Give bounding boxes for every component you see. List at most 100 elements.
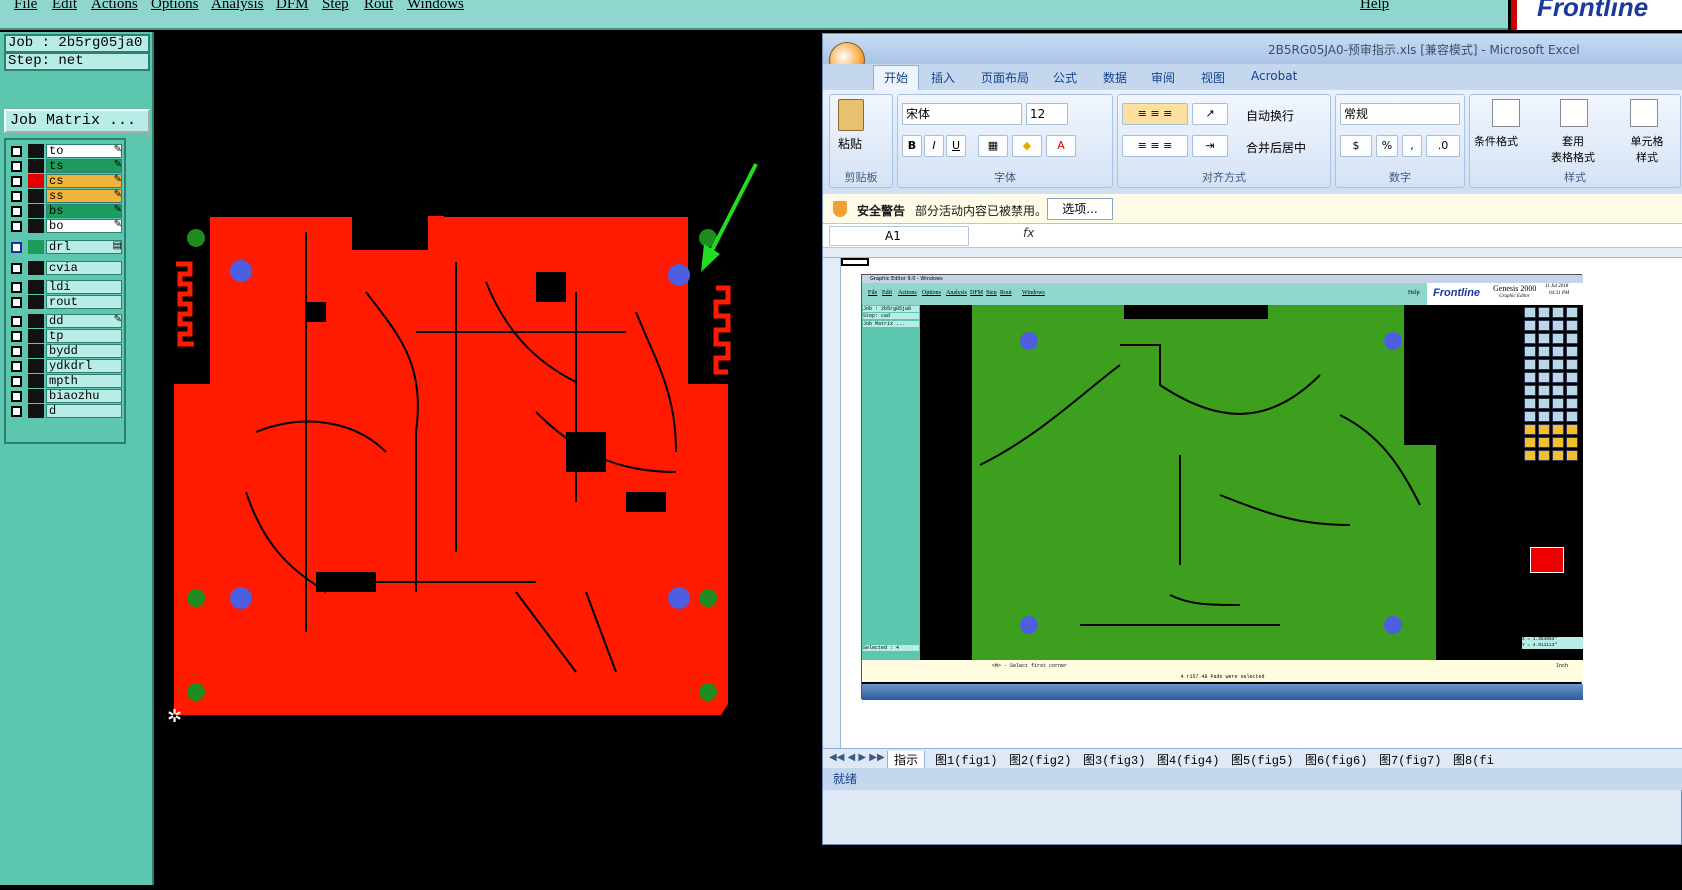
layer-row[interactable]: rout (8, 295, 124, 309)
name-box[interactable]: A1 (829, 226, 969, 246)
layer-checkbox[interactable] (11, 176, 22, 187)
layer-row[interactable]: dd ✎ (8, 314, 124, 328)
layer-name[interactable]: bydd (46, 344, 122, 358)
menu-rout[interactable]: Rout (364, 0, 393, 13)
layer-name[interactable]: rout (46, 295, 122, 309)
layer-checkbox[interactable] (11, 242, 22, 253)
sheet-tab-6[interactable]: 图6(fig6) (1305, 751, 1367, 768)
fill-color-icon[interactable]: ◆ (1012, 135, 1042, 157)
conditional-format-label[interactable]: 条件格式 (1474, 133, 1518, 149)
layer-row[interactable]: mpth (8, 374, 124, 388)
layer-name[interactable]: cvia (46, 261, 122, 275)
layer-color-swatch[interactable] (28, 359, 44, 373)
layer-color-swatch[interactable] (28, 344, 44, 358)
layer-checkbox[interactable] (11, 346, 22, 357)
menu-help[interactable]: Help (1360, 0, 1389, 13)
layer-name[interactable]: d (46, 404, 122, 418)
layer-color-swatch[interactable] (28, 240, 44, 254)
sheet-tab-2[interactable]: 图2(fig2) (1009, 751, 1071, 768)
tab-home[interactable]: 开始 (873, 65, 920, 90)
sheet-tab-0[interactable]: 指示 (887, 751, 926, 769)
font-name-select[interactable]: 宋体 (902, 103, 1022, 125)
layer-name[interactable]: dd (46, 314, 122, 328)
layer-name[interactable]: ts (46, 159, 122, 173)
layer-checkbox[interactable] (11, 263, 22, 274)
layer-color-swatch[interactable] (28, 389, 44, 403)
cell-style-label[interactable]: 单元格 样式 (1620, 133, 1674, 165)
border-icon[interactable]: ▦ (978, 135, 1008, 157)
worksheet-grid[interactable]: Graphic Editor 9.0 - Windows File Edit Act… (823, 248, 1682, 748)
layer-checkbox[interactable] (11, 361, 22, 372)
font-color-icon[interactable]: A (1046, 135, 1076, 157)
layer-row[interactable]: ldi (8, 280, 124, 294)
percent-icon[interactable]: % (1376, 135, 1398, 157)
menu-dfm[interactable]: DFM (276, 0, 309, 13)
job-matrix-button[interactable]: Job Matrix ... (4, 109, 150, 133)
number-format-select[interactable]: 常规 (1340, 103, 1460, 125)
layer-color-swatch[interactable] (28, 329, 44, 343)
wrap-text-button[interactable]: 自动换行 (1246, 107, 1294, 124)
tab-page-layout[interactable]: 页面布局 (981, 69, 1029, 86)
menu-file[interactable]: File (14, 0, 37, 13)
fx-icon[interactable]: fx (1023, 226, 1034, 240)
layer-row[interactable]: tp (8, 329, 124, 343)
sheet-tab-4[interactable]: 图4(fig4) (1157, 751, 1219, 768)
layer-checkbox[interactable] (11, 331, 22, 342)
layer-checkbox[interactable] (11, 191, 22, 202)
tab-data[interactable]: 数据 (1103, 69, 1127, 86)
active-cell[interactable] (841, 258, 869, 266)
menu-edit[interactable]: Edit (52, 0, 77, 13)
layer-checkbox[interactable] (11, 282, 22, 293)
layer-row[interactable]: ydkdrl (8, 359, 124, 373)
menu-windows[interactable]: Windows (407, 0, 464, 13)
layer-row[interactable]: bs ✎ (8, 204, 124, 218)
menu-actions[interactable]: Actions (91, 0, 138, 13)
layer-row[interactable]: to ✎ (8, 144, 124, 158)
cell-style-icon[interactable] (1630, 99, 1658, 127)
layer-name[interactable]: mpth (46, 374, 122, 388)
layer-checkbox[interactable] (11, 316, 22, 327)
layer-checkbox[interactable] (11, 297, 22, 308)
layer-color-swatch[interactable] (28, 189, 44, 203)
layer-row[interactable]: ss ✎ (8, 189, 124, 203)
layer-color-swatch[interactable] (28, 404, 44, 418)
sheet-tab-8[interactable]: 图8(fi (1453, 751, 1494, 768)
layer-row[interactable]: bydd (8, 344, 124, 358)
layer-name[interactable]: tp (46, 329, 122, 343)
layer-color-swatch[interactable] (28, 280, 44, 294)
menu-step[interactable]: Step (322, 0, 349, 13)
merge-center-button[interactable]: 合并后居中 (1246, 139, 1306, 156)
tab-scroll-arrows-icon[interactable]: ◀◀ ◀ ▶ ▶▶ (829, 752, 885, 763)
layer-name[interactable]: ldi (46, 280, 122, 294)
layer-row[interactable]: cs ✎ (8, 174, 124, 188)
layer-color-swatch[interactable] (28, 159, 44, 173)
layer-name[interactable]: ydkdrl (46, 359, 122, 373)
sheet-tab-3[interactable]: 图3(fig3) (1083, 751, 1145, 768)
layer-name[interactable]: bs (46, 204, 122, 218)
tab-insert[interactable]: 插入 (931, 69, 955, 86)
layer-row[interactable]: drl ▤ (8, 240, 124, 254)
menu-analysis[interactable]: Analysis (211, 0, 264, 13)
layer-color-swatch[interactable] (28, 174, 44, 188)
tab-acrobat[interactable]: Acrobat (1251, 69, 1297, 83)
vertical-align-icon[interactable]: ≡ ≡ ≡ (1122, 103, 1188, 125)
tab-view[interactable]: 视图 (1201, 69, 1225, 86)
decimal-icon[interactable]: .0 (1426, 135, 1460, 157)
layer-row[interactable]: cvia (8, 261, 124, 275)
layer-row[interactable]: biaozhu (8, 389, 124, 403)
layer-checkbox[interactable] (11, 206, 22, 217)
layer-checkbox[interactable] (11, 376, 22, 387)
layer-color-swatch[interactable] (28, 374, 44, 388)
graphic-canvas[interactable]: ✲ (156, 32, 824, 885)
layer-checkbox[interactable] (11, 406, 22, 417)
layer-color-swatch[interactable] (28, 204, 44, 218)
table-format-label[interactable]: 套用 表格格式 (1540, 133, 1606, 165)
tab-formulas[interactable]: 公式 (1053, 69, 1077, 86)
layer-checkbox[interactable] (11, 221, 22, 232)
sheet-tab-5[interactable]: 图5(fig5) (1231, 751, 1293, 768)
layer-name[interactable]: ss (46, 189, 122, 203)
layer-color-swatch[interactable] (28, 219, 44, 233)
underline-button[interactable]: U (946, 135, 966, 157)
conditional-format-icon[interactable] (1492, 99, 1520, 127)
indent-icon[interactable]: ⇥ (1192, 135, 1228, 157)
